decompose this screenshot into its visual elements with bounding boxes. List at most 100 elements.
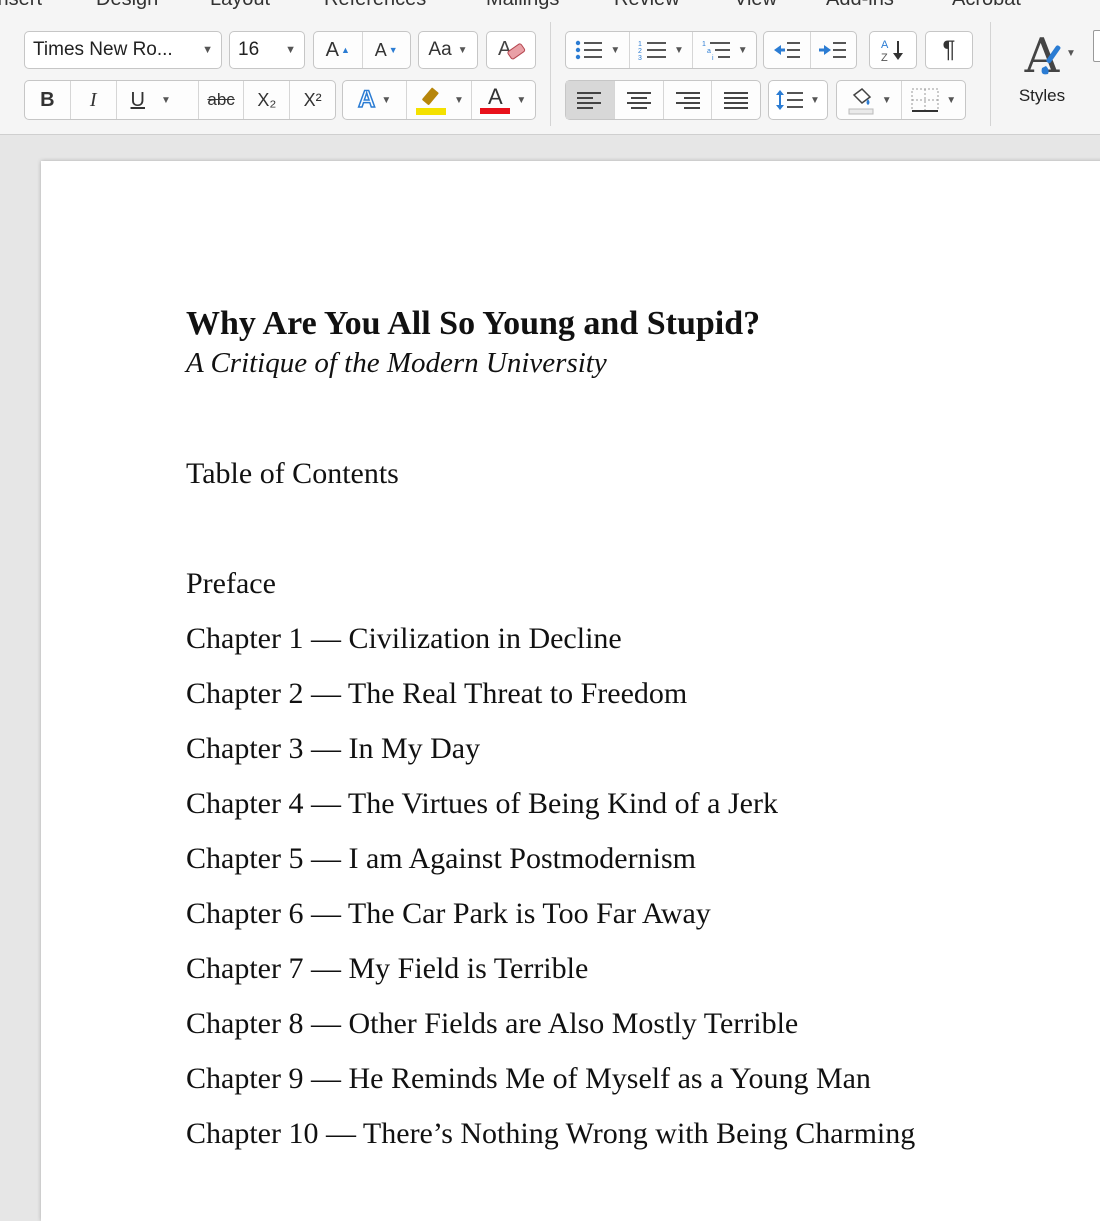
- chevron-down-icon[interactable]: ▼: [161, 95, 171, 106]
- justify-button[interactable]: [712, 81, 760, 119]
- subscript-button[interactable]: X₂: [244, 81, 291, 119]
- text-effects-button[interactable]: A ▼: [343, 81, 408, 119]
- italic-button[interactable]: I: [71, 81, 117, 119]
- shading-button[interactable]: ▼: [837, 81, 902, 119]
- table-of-contents: Preface Chapter 1 — Civilization in Decl…: [186, 561, 915, 1166]
- line-spacing-icon: [776, 90, 804, 110]
- toc-entry: Chapter 1 — Civilization in Decline: [186, 622, 622, 655]
- show-formatting-button[interactable]: ¶: [925, 31, 973, 69]
- sort-button[interactable]: A Z: [869, 31, 917, 69]
- bold-button[interactable]: B: [25, 81, 71, 119]
- align-left-icon: [576, 92, 601, 109]
- chevron-down-icon: ▼: [381, 94, 392, 106]
- svg-text:A: A: [881, 39, 889, 51]
- strikethrough-button[interactable]: abc: [199, 81, 245, 119]
- font-name-value: Times New Ro...: [33, 39, 173, 60]
- chevron-down-icon: ▼: [810, 94, 820, 106]
- document-title: Why Are You All So Young and Stupid?: [186, 305, 761, 342]
- numbering-button[interactable]: 1 2 3 ▼: [630, 32, 694, 68]
- toc-entry: Chapter 10 — There’s Nothing Wrong with …: [186, 1117, 916, 1150]
- shrink-font-button[interactable]: A ▼: [363, 32, 411, 68]
- highlighter-icon: [416, 87, 447, 115]
- multilevel-list-button[interactable]: 1 a i ▼: [693, 32, 756, 68]
- svg-text:i: i: [712, 55, 714, 61]
- font-size-combo[interactable]: 16 ▼: [229, 31, 305, 69]
- tab-review[interactable]: Review: [614, 0, 680, 11]
- toc-heading: Table of Contents: [186, 457, 399, 490]
- grow-font-label: A: [325, 38, 339, 61]
- tab-layout[interactable]: Layout: [210, 0, 270, 11]
- text-effects-glyph: A: [357, 85, 376, 114]
- tab-insert[interactable]: Insert: [0, 0, 42, 11]
- svg-text:a: a: [707, 48, 711, 55]
- tab-references[interactable]: References: [324, 0, 426, 11]
- tab-design[interactable]: Design: [96, 0, 158, 11]
- toc-entry: Chapter 2 — The Real Threat to Freedom: [186, 677, 688, 710]
- grow-font-button[interactable]: A ▲: [314, 32, 363, 68]
- align-right-button[interactable]: [664, 81, 713, 119]
- chevron-down-icon: ▼: [881, 94, 892, 106]
- align-center-button[interactable]: [615, 81, 664, 119]
- divider: [550, 22, 551, 126]
- justify-icon: [724, 92, 749, 109]
- font-color-glyph: A: [488, 84, 503, 109]
- chevron-down-icon: ▼: [674, 44, 684, 56]
- decrease-indent-button[interactable]: [764, 32, 811, 68]
- paint-bucket-icon: [848, 88, 874, 115]
- borders-button[interactable]: ▼: [902, 81, 966, 119]
- text-color-buttons: A ▼ ▼ A ▼: [342, 80, 536, 120]
- styles-pane-button[interactable]: [1093, 30, 1100, 62]
- chevron-down-icon: ▼: [516, 94, 527, 106]
- clear-formatting-button[interactable]: A: [486, 31, 536, 69]
- chevron-down-icon: ▼: [946, 94, 957, 106]
- toc-entry: Chapter 3 — In My Day: [186, 732, 481, 765]
- chevron-down-icon[interactable]: ▼: [202, 44, 213, 56]
- highlight-button[interactable]: ▼: [407, 81, 472, 119]
- chevron-down-icon: ▼: [610, 44, 621, 56]
- align-left-button[interactable]: [566, 81, 615, 119]
- line-spacing-button[interactable]: ▼: [768, 80, 828, 120]
- divider: [990, 22, 991, 126]
- styles-button[interactable]: A ▼ Styles: [1000, 30, 1084, 116]
- list-buttons: ▼ 1 2 3 ▼ 1 a i ▼: [565, 31, 757, 69]
- decrease-indent-icon: [773, 42, 800, 58]
- svg-text:3: 3: [638, 55, 642, 61]
- svg-text:2: 2: [638, 48, 642, 55]
- change-case-label: Aa: [428, 39, 452, 60]
- underline-label: U: [130, 88, 145, 111]
- font-color-button[interactable]: A ▼: [472, 81, 535, 119]
- align-right-icon: [676, 92, 701, 109]
- pilcrow-icon: ¶: [942, 36, 956, 63]
- ribbon: Insert Design Layout References Mailings…: [0, 0, 1100, 135]
- document-page[interactable]: Why Are You All So Young and Stupid? A C…: [41, 161, 1100, 1221]
- bullets-button[interactable]: ▼: [566, 32, 630, 68]
- increase-indent-icon: [819, 42, 847, 58]
- chevron-down-icon: ▼: [737, 44, 748, 56]
- align-center-icon: [626, 92, 651, 109]
- chevron-down-icon[interactable]: ▼: [285, 44, 296, 56]
- ribbon-tabs: Insert Design Layout References Mailings…: [0, 0, 1100, 12]
- font-size-value: 16: [238, 39, 260, 60]
- toc-entry: Chapter 4 — The Virtues of Being Kind of…: [186, 787, 778, 820]
- toc-entry: Chapter 9 — He Reminds Me of Myself as a…: [186, 1062, 871, 1095]
- sort-icon: A Z: [881, 39, 903, 63]
- document-subtitle: A Critique of the Modern University: [186, 347, 607, 379]
- font-style-buttons: B I U ▼ abc X₂ X²: [24, 80, 336, 120]
- font-name-combo[interactable]: Times New Ro... ▼: [24, 31, 222, 69]
- svg-text:Z: Z: [881, 52, 888, 63]
- tab-mailings[interactable]: Mailings: [486, 0, 559, 11]
- tab-view[interactable]: View: [734, 0, 777, 11]
- font-size-buttons: A ▲ A ▼: [313, 31, 411, 69]
- toc-entry-preface: Preface: [186, 567, 276, 600]
- tab-acrobat[interactable]: Acrobat: [952, 0, 1021, 11]
- toc-entry: Chapter 5 — I am Against Postmodernism: [186, 842, 696, 875]
- numbered-list-icon: 1 2 3: [638, 41, 667, 61]
- chevron-down-icon: ▼: [454, 94, 464, 106]
- change-case-button[interactable]: Aa ▼: [418, 31, 478, 69]
- triangle-up-icon: ▲: [340, 45, 350, 55]
- increase-indent-button[interactable]: [811, 32, 857, 68]
- superscript-button[interactable]: X²: [290, 81, 335, 119]
- toc-entry: Chapter 8 — Other Fields are Also Mostly…: [186, 1007, 799, 1040]
- tab-add-ins[interactable]: Add-ins: [826, 0, 894, 11]
- underline-button[interactable]: U ▼: [117, 81, 199, 119]
